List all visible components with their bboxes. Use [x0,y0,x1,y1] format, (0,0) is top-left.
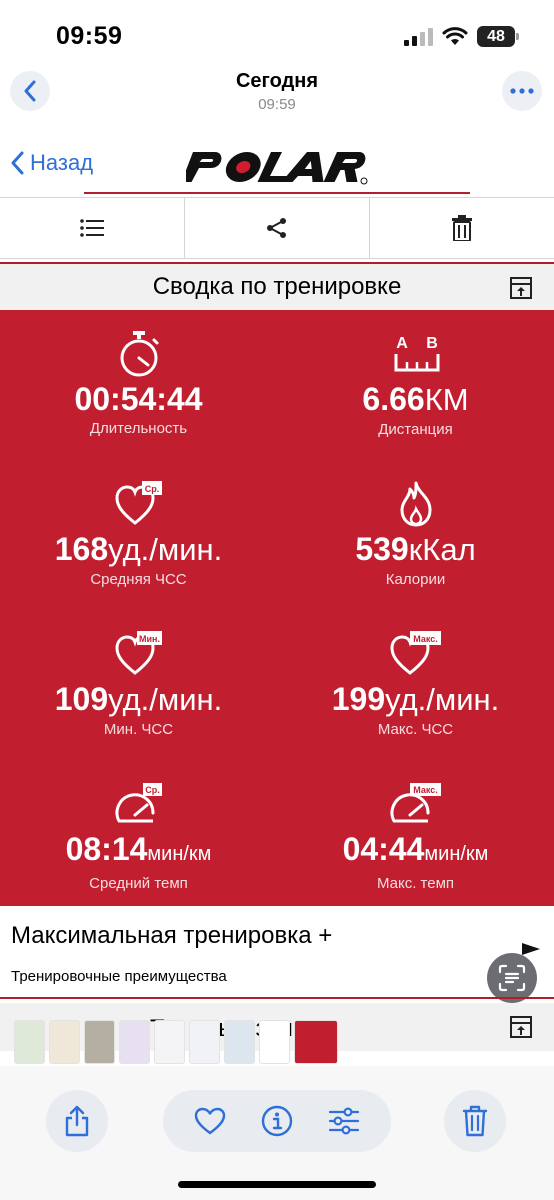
stat-avg-pace-unit: мин/км [147,843,212,865]
icon-letter-a: A [396,335,408,352]
thumbnail[interactable] [14,1020,45,1064]
thumbnail[interactable] [294,1020,338,1064]
stat-max-hr: Макс. 199уд./мин. Макс. ЧСС [277,628,554,738]
chevron-left-icon [11,151,24,175]
stopwatch-icon [120,331,158,377]
stat-distance-unit: КМ [424,382,469,417]
heart-max-icon: Макс. [389,631,441,675]
stat-avg-hr-unit: уд./мин. [108,532,223,567]
gauge-avg-icon: Ср. [115,783,162,823]
stat-calories-value: 539 [355,531,409,567]
adjustments-icon[interactable] [328,1107,360,1135]
back-link[interactable]: Назад [10,150,93,176]
ellipsis-icon [510,88,534,94]
heart-min-badge: Мин. [139,634,160,644]
summary-stats-panel: 00:54:44 Длительность A B 6.66КМ Дистанц… [0,310,554,906]
heart-favorite-icon[interactable] [194,1107,226,1135]
info-icon[interactable] [261,1105,293,1137]
stat-max-pace-unit: мин/км [424,843,489,865]
stat-min-hr-label: Мин. ЧСС [103,721,174,738]
thumbnail[interactable] [119,1020,150,1064]
stat-avg-pace-value: 08:14 [65,831,148,867]
stat-duration-value: 00:54:44 [74,381,203,417]
gauge-avg-badge: Ср. [145,785,160,795]
flame-icon [400,481,431,527]
nav-subtitle: 09:59 [258,96,296,113]
stat-min-hr-value: 109 [54,681,109,717]
polar-logo [186,152,368,185]
more-options-button[interactable] [502,71,542,111]
distance-ab-icon: A B [394,335,439,372]
share-sheet-button[interactable] [46,1090,108,1152]
heart-avg-icon: Ср. [114,481,162,525]
training-benefit-title: Максимальная тренировка + [11,922,333,949]
delete-photo-button[interactable] [444,1090,506,1152]
thumbnail[interactable] [189,1020,220,1064]
stat-max-pace-label: Макс. темп [376,875,455,892]
stat-distance: A B 6.66КМ Дистанция [277,328,554,438]
stat-max-hr-value: 199 [331,681,386,717]
stat-distance-label: Дистанция [378,421,453,438]
stat-avg-hr-label: Средняя ЧСС [90,571,187,588]
trash-icon [452,215,472,241]
stat-duration-label: Длительность [89,420,188,437]
section-divider [0,997,554,999]
battery-indicator: 48 [477,26,519,47]
training-benefit-subtitle: Тренировочные преимущества [11,968,227,985]
home-indicator [178,1181,376,1188]
photo-thumbnail-strip[interactable] [14,1020,338,1066]
stat-max-hr-label: Макс. ЧСС [377,721,454,738]
summary-section-header[interactable]: Сводка по тренировке [0,262,554,310]
flag-icon [522,943,540,955]
summary-title: Сводка по тренировке [152,273,402,300]
status-time: 09:59 [56,22,123,50]
thumbnail[interactable] [49,1020,80,1064]
action-pill-group [163,1090,391,1152]
gauge-max-icon: Макс. [390,783,441,823]
stat-avg-hr-value: 168 [54,531,109,567]
thumbnail[interactable] [154,1020,185,1064]
stat-distance-value: 6.66 [362,381,425,417]
nav-title: Сегодня [235,70,319,92]
stat-max-pace-value: 04:44 [342,831,425,867]
list-icon [80,219,104,237]
stat-calories-unit: кКал [408,532,476,567]
stat-avg-pace: Ср. 08:14мин/км Средний темп [0,778,277,892]
pin-icon[interactable] [510,1016,532,1038]
gauge-max-badge: Макс. [413,785,438,795]
back-link-label: Назад [30,150,94,175]
stat-min-hr: Мин. 109уд./мин. Мин. ЧСС [0,628,277,738]
trash-icon [462,1105,488,1137]
icon-letter-b: B [426,335,438,352]
status-bar: 09:59 48 [0,0,554,70]
thumbnail[interactable] [224,1020,255,1064]
delete-button[interactable] [370,198,554,258]
heart-avg-badge: Ср. [144,484,159,494]
stat-avg-pace-label: Средний темп [89,875,188,892]
live-text-button[interactable] [487,953,537,1003]
thumbnail[interactable] [84,1020,115,1064]
logo-underline [84,192,470,194]
stat-duration: 00:54:44 Длительность [0,328,277,437]
thumbnail[interactable] [259,1020,290,1064]
share-icon [267,218,286,238]
heart-max-badge: Макс. [413,634,438,644]
stat-min-hr-unit: уд./мин. [108,682,223,717]
cellular-signal-icon [404,28,433,46]
stat-calories: 539кКал Калории [277,478,554,588]
stat-max-hr-unit: уд./мин. [385,682,500,717]
stat-max-pace: Макс. 04:44мин/км Макс. темп [277,778,554,892]
heart-min-icon: Мин. [114,631,162,675]
share-button[interactable] [185,198,370,258]
toolbar [0,197,554,259]
stat-calories-label: Калории [385,571,446,588]
stat-avg-hr: Ср. 168уд./мин. Средняя ЧСС [0,478,277,588]
wifi-icon [442,27,468,45]
text-scan-icon [498,964,526,992]
list-view-button[interactable] [0,198,185,258]
share-upload-icon [65,1105,89,1137]
pin-icon[interactable] [510,277,532,299]
